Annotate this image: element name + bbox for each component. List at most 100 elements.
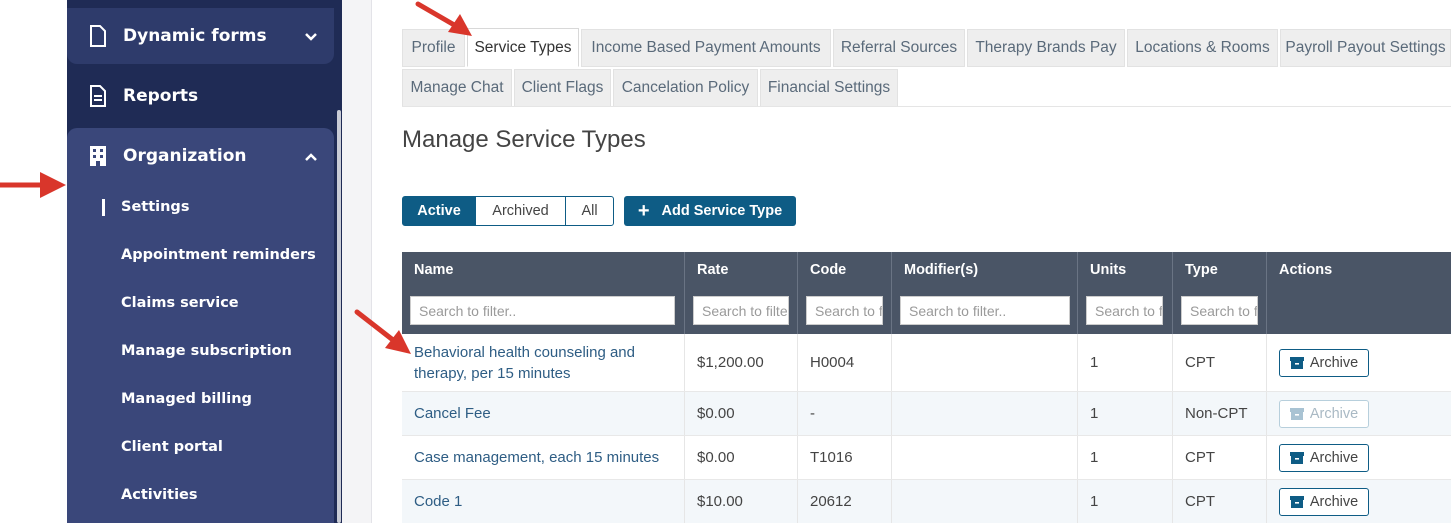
- active-indicator: [102, 199, 105, 216]
- modifier-filter-input[interactable]: [900, 296, 1070, 325]
- type-cell: CPT: [1173, 436, 1267, 479]
- sidebar-subitem-activities[interactable]: Activities: [121, 487, 198, 503]
- tab-locations-rooms[interactable]: Locations & Rooms: [1127, 29, 1278, 67]
- page-margin: [0, 0, 67, 523]
- column-actions: Actions: [1267, 252, 1451, 334]
- sidebar-subitem-settings[interactable]: Settings: [121, 199, 189, 215]
- archive-button[interactable]: Archive: [1279, 487, 1369, 516]
- building-icon: [87, 145, 109, 167]
- table-row: Cancel Fee $0.00 - 1 Non-CPT Archive: [402, 392, 1451, 436]
- sidebar-subitem-managed-billing[interactable]: Managed billing: [121, 391, 252, 407]
- column-modifiers: Modifier(s): [892, 252, 1078, 334]
- code-cell: 20612: [798, 480, 892, 523]
- archive-label: Archive: [1309, 405, 1359, 422]
- filter-archived-button[interactable]: Archived: [475, 196, 566, 226]
- sidebar-subitem-client-portal[interactable]: Client portal: [121, 439, 223, 455]
- sidebar-item-organization[interactable]: Organization: [67, 128, 334, 184]
- tabs-divider: [402, 106, 1451, 107]
- type-cell: CPT: [1173, 480, 1267, 523]
- sidebar-subitem-manage-subscription[interactable]: Manage subscription: [121, 343, 292, 359]
- divider: [371, 0, 372, 523]
- chevron-up-icon[interactable]: [304, 149, 318, 163]
- modifier-cell: [892, 436, 1078, 479]
- tab-therapy-brands-pay[interactable]: Therapy Brands Pay: [967, 29, 1125, 67]
- archive-box-icon: [1289, 451, 1304, 464]
- service-name-line: Behavioral health counseling and: [414, 343, 635, 361]
- sidebar: Dynamic forms Reports Organization Setti…: [67, 0, 342, 523]
- name-filter-input[interactable]: [410, 296, 675, 325]
- tab-income-based-payment-amounts[interactable]: Income Based Payment Amounts: [581, 29, 831, 67]
- sidebar-subitem-appointment-reminders[interactable]: Appointment reminders: [121, 247, 316, 263]
- service-name-link[interactable]: Code 1: [402, 480, 685, 523]
- tab-service-types[interactable]: Service Types: [467, 28, 579, 67]
- sidebar-subitem-claims-service[interactable]: Claims service: [121, 295, 239, 311]
- code-cell: T1016: [798, 436, 892, 479]
- annotation-arrow: [0, 172, 66, 198]
- annotation-arrow: [415, 1, 472, 36]
- modifier-cell: [892, 480, 1078, 523]
- tab-financial-settings[interactable]: Financial Settings: [760, 69, 898, 107]
- sidebar-item-label: Organization: [123, 146, 247, 166]
- archive-button[interactable]: Archive: [1279, 443, 1369, 472]
- annotation-arrow: [354, 309, 411, 354]
- table-row: Case management, each 15 minutes $0.00 T…: [402, 436, 1451, 480]
- sidebar-item-reports[interactable]: Reports: [67, 68, 334, 124]
- archive-label: Archive: [1309, 354, 1359, 371]
- column-type: Type: [1173, 252, 1267, 334]
- archive-box-icon: [1289, 495, 1304, 508]
- service-name-line: therapy, per 15 minutes: [414, 364, 571, 382]
- code-cell: H0004: [798, 334, 892, 391]
- column-header-rate: Rate: [697, 262, 729, 278]
- archive-button[interactable]: Archive: [1279, 348, 1369, 377]
- tab-cancelation-policy[interactable]: Cancelation Policy: [613, 69, 758, 107]
- archive-box-icon: [1289, 356, 1304, 369]
- actions-cell: Archive: [1267, 480, 1451, 523]
- column-header-type: Type: [1185, 262, 1218, 278]
- rate-cell: $1,200.00: [685, 334, 798, 391]
- type-cell: CPT: [1173, 334, 1267, 391]
- column-header-actions: Actions: [1279, 262, 1333, 278]
- sidebar-item-dynamic-forms[interactable]: Dynamic forms: [67, 8, 334, 64]
- archive-label: Archive: [1309, 493, 1359, 510]
- tab-referral-sources[interactable]: Referral Sources: [833, 29, 965, 67]
- add-service-type-button[interactable]: + Add Service Type: [624, 196, 796, 226]
- units-cell: 1: [1078, 392, 1173, 435]
- sidebar-item-label: Reports: [123, 86, 199, 106]
- column-header-units: Units: [1090, 262, 1127, 278]
- actions-cell: Archive: [1267, 436, 1451, 479]
- tab-payroll-payout-settings[interactable]: Payroll Payout Settings: [1280, 29, 1451, 67]
- code-cell: -: [798, 392, 892, 435]
- type-filter-input[interactable]: [1181, 296, 1258, 325]
- units-cell: 1: [1078, 436, 1173, 479]
- filter-active-button[interactable]: Active: [402, 196, 476, 226]
- code-filter-input[interactable]: [806, 296, 883, 325]
- table-row: Code 1 $10.00 20612 1 CPT Archive: [402, 480, 1451, 523]
- tab-manage-chat[interactable]: Manage Chat: [402, 69, 512, 107]
- rate-filter-input[interactable]: [693, 296, 789, 325]
- service-name-link[interactable]: Behavioral health counseling and therapy…: [402, 334, 685, 391]
- report-icon: [87, 85, 109, 107]
- column-code: Code: [798, 252, 892, 334]
- filter-all-button[interactable]: All: [565, 196, 614, 226]
- column-header-modifiers: Modifier(s): [904, 262, 979, 278]
- column-header-name: Name: [414, 262, 454, 278]
- units-cell: 1: [1078, 480, 1173, 523]
- document-icon: [87, 25, 109, 47]
- service-name-link[interactable]: Cancel Fee: [402, 392, 685, 435]
- rate-cell: $0.00: [685, 436, 798, 479]
- organization-panel: [67, 128, 334, 523]
- tab-client-flags[interactable]: Client Flags: [514, 69, 611, 107]
- column-units: Units: [1078, 252, 1173, 334]
- column-header-code: Code: [810, 262, 847, 278]
- column-rate: Rate: [685, 252, 798, 334]
- sidebar-scrollbar[interactable]: [337, 110, 341, 523]
- plus-icon: +: [637, 200, 650, 222]
- add-service-type-label: Add Service Type: [661, 203, 783, 219]
- units-cell: 1: [1078, 334, 1173, 391]
- content-gutter: [342, 0, 372, 523]
- archive-button[interactable]: Archive: [1279, 399, 1369, 428]
- chevron-down-icon[interactable]: [304, 29, 318, 43]
- actions-cell: Archive: [1267, 334, 1451, 391]
- service-name-link[interactable]: Case management, each 15 minutes: [402, 436, 685, 479]
- units-filter-input[interactable]: [1086, 296, 1163, 325]
